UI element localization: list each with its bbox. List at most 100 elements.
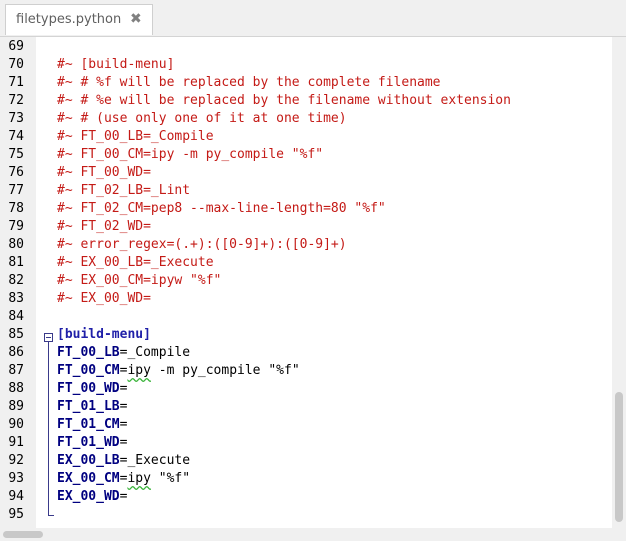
code-line[interactable]: 90 FT_01_CM= xyxy=(0,416,612,434)
code-line[interactable]: 76 #~ FT_00_WD= xyxy=(0,164,612,182)
line-text: FT_01_LB= xyxy=(57,398,127,416)
comment-text: #~ FT_02_LB=_Lint xyxy=(57,183,191,198)
line-text: FT_01_WD= xyxy=(57,434,127,452)
code-line[interactable]: 89 FT_01_LB= xyxy=(0,398,612,416)
code-line[interactable]: 88 FT_00_WD= xyxy=(0,380,612,398)
code-line[interactable]: 69 xyxy=(0,38,612,56)
line-number: 79 xyxy=(8,219,24,234)
config-key: FT_01_WD xyxy=(57,435,120,450)
line-number: 94 xyxy=(8,489,24,504)
comment-text: #~ # %e will be replaced by the filename… xyxy=(57,93,511,108)
code-line[interactable]: 70 #~ [build-menu] xyxy=(0,56,612,74)
line-number: 95 xyxy=(8,507,24,522)
line-number: 85 xyxy=(8,327,24,342)
line-number: 86 xyxy=(8,345,24,360)
line-text: #~ EX_00_CM=ipyw "%f" xyxy=(57,272,221,290)
fold-collapse-icon[interactable] xyxy=(44,333,53,342)
line-number: 78 xyxy=(8,201,24,216)
horizontal-scrollbar-thumb[interactable] xyxy=(3,531,43,538)
line-number: 81 xyxy=(8,255,24,270)
line-text: #~ FT_00_LB=_Compile xyxy=(57,128,214,146)
line-number: 77 xyxy=(8,183,24,198)
line-text: #~ # %e will be replaced by the filename… xyxy=(57,92,511,110)
code-line[interactable]: 73 #~ # (use only one of it at one time) xyxy=(0,110,612,128)
code-line[interactable]: 95 xyxy=(0,506,612,524)
comment-text: #~ error_regex=(.+):([0-9]+):([0-9]+) xyxy=(57,237,347,252)
line-number: 82 xyxy=(8,273,24,288)
code-line[interactable]: 94 EX_00_WD= xyxy=(0,488,612,506)
equals-sign: = xyxy=(119,489,128,504)
equals-sign: = xyxy=(119,381,128,396)
comment-text: #~ EX_00_CM=ipyw "%f" xyxy=(57,273,222,288)
code-line[interactable]: 80 #~ error_regex=(.+):([0-9]+):([0-9]+) xyxy=(0,236,612,254)
horizontal-scrollbar[interactable] xyxy=(0,528,612,541)
code-line[interactable]: 77 #~ FT_02_LB=_Lint xyxy=(0,182,612,200)
comment-text: #~ EX_00_LB=_Execute xyxy=(57,255,214,270)
code-line[interactable]: 81 #~ EX_00_LB=_Execute xyxy=(0,254,612,272)
tab-filetypes-python[interactable]: filetypes.python ✖ xyxy=(5,4,153,35)
line-text: #~ FT_02_CM=pep8 --max-line-length=80 "%… xyxy=(57,200,386,218)
line-text: #~ EX_00_WD= xyxy=(57,290,151,308)
code-line[interactable]: 83 #~ EX_00_WD= xyxy=(0,290,612,308)
config-key: EX_00_LB xyxy=(57,453,120,468)
line-text: EX_00_LB=_Execute xyxy=(57,452,190,470)
scrollbar-corner xyxy=(612,528,626,541)
line-number: 74 xyxy=(8,129,24,144)
code-line[interactable]: 79 #~ FT_02_WD= xyxy=(0,218,612,236)
config-value: _Execute xyxy=(127,453,191,468)
comment-text: #~ # %f will be replaced by the complete… xyxy=(57,75,441,90)
vertical-scrollbar-thumb[interactable] xyxy=(615,392,623,522)
line-number: 90 xyxy=(8,417,24,432)
comment-text: #~ FT_02_CM=pep8 --max-line-length=80 "%… xyxy=(57,201,386,216)
line-number: 76 xyxy=(8,165,24,180)
code-line[interactable]: 85 [build-menu] xyxy=(0,326,612,344)
comment-text: #~ [build-menu] xyxy=(57,57,175,72)
comment-text: #~ FT_00_CM=ipy -m py_compile "%f" xyxy=(57,147,324,162)
code-line[interactable]: 87 FT_00_CM=ipy -m py_compile "%f" xyxy=(0,362,612,380)
code-line[interactable]: 86 FT_00_LB=_Compile xyxy=(0,344,612,362)
config-key: EX_00_CM xyxy=(57,471,120,486)
spellcheck-flagged-value: ipy xyxy=(127,471,151,486)
line-number: 93 xyxy=(8,471,24,486)
tab-title: filetypes.python xyxy=(16,12,122,27)
config-value: _Compile xyxy=(127,345,191,360)
comment-text: #~ FT_00_WD= xyxy=(57,165,151,180)
line-number: 87 xyxy=(8,363,24,378)
code-line[interactable]: 71 #~ # %f will be replaced by the comple… xyxy=(0,74,612,92)
config-key: EX_00_WD xyxy=(57,489,120,504)
line-text: #~ FT_02_WD= xyxy=(57,218,151,236)
equals-sign: = xyxy=(119,399,128,414)
line-text: EX_00_WD= xyxy=(57,488,127,506)
code-line[interactable]: 82 #~ EX_00_CM=ipyw "%f" xyxy=(0,272,612,290)
line-number: 92 xyxy=(8,453,24,468)
code-line[interactable]: 91 FT_01_WD= xyxy=(0,434,612,452)
code-line[interactable]: 93 EX_00_CM=ipy "%f" xyxy=(0,470,612,488)
line-number: 84 xyxy=(8,309,24,324)
comment-text: #~ FT_02_WD= xyxy=(57,219,151,234)
line-text: #~ FT_00_CM=ipy -m py_compile "%f" xyxy=(57,146,323,164)
comment-text: #~ FT_00_LB=_Compile xyxy=(57,129,214,144)
code-line[interactable]: 78 #~ FT_02_CM=pep8 --max-line-length=80 … xyxy=(0,200,612,218)
line-number: 69 xyxy=(8,39,24,54)
close-icon[interactable]: ✖ xyxy=(130,11,142,27)
line-text: #~ error_regex=(.+):([0-9]+):([0-9]+) xyxy=(57,236,347,254)
equals-sign: = xyxy=(119,435,128,450)
config-value: "%f" xyxy=(150,471,191,486)
code-line[interactable]: 74 #~ FT_00_LB=_Compile xyxy=(0,128,612,146)
code-line[interactable]: 92 EX_00_LB=_Execute xyxy=(0,452,612,470)
code-line[interactable]: 84 xyxy=(0,308,612,326)
line-text: FT_00_LB=_Compile xyxy=(57,344,190,362)
line-text: #~ [build-menu] xyxy=(57,56,174,74)
line-number: 73 xyxy=(8,111,24,126)
fold-guide-end xyxy=(48,515,54,516)
code-line[interactable]: 72 #~ # %e will be replaced by the filena… xyxy=(0,92,612,110)
config-key: FT_00_LB xyxy=(57,345,120,360)
vertical-scrollbar[interactable] xyxy=(612,37,626,528)
code-editor[interactable]: 69 70 #~ [build-menu] 71 #~ # %f will be rep… xyxy=(0,37,612,528)
line-text: #~ FT_00_WD= xyxy=(57,164,151,182)
line-text: [build-menu] xyxy=(57,326,151,344)
line-number: 80 xyxy=(8,237,24,252)
code-line[interactable]: 75 #~ FT_00_CM=ipy -m py_compile "%f" xyxy=(0,146,612,164)
line-text: EX_00_CM=ipy "%f" xyxy=(57,470,190,488)
line-text: #~ # %f will be replaced by the complete… xyxy=(57,74,441,92)
